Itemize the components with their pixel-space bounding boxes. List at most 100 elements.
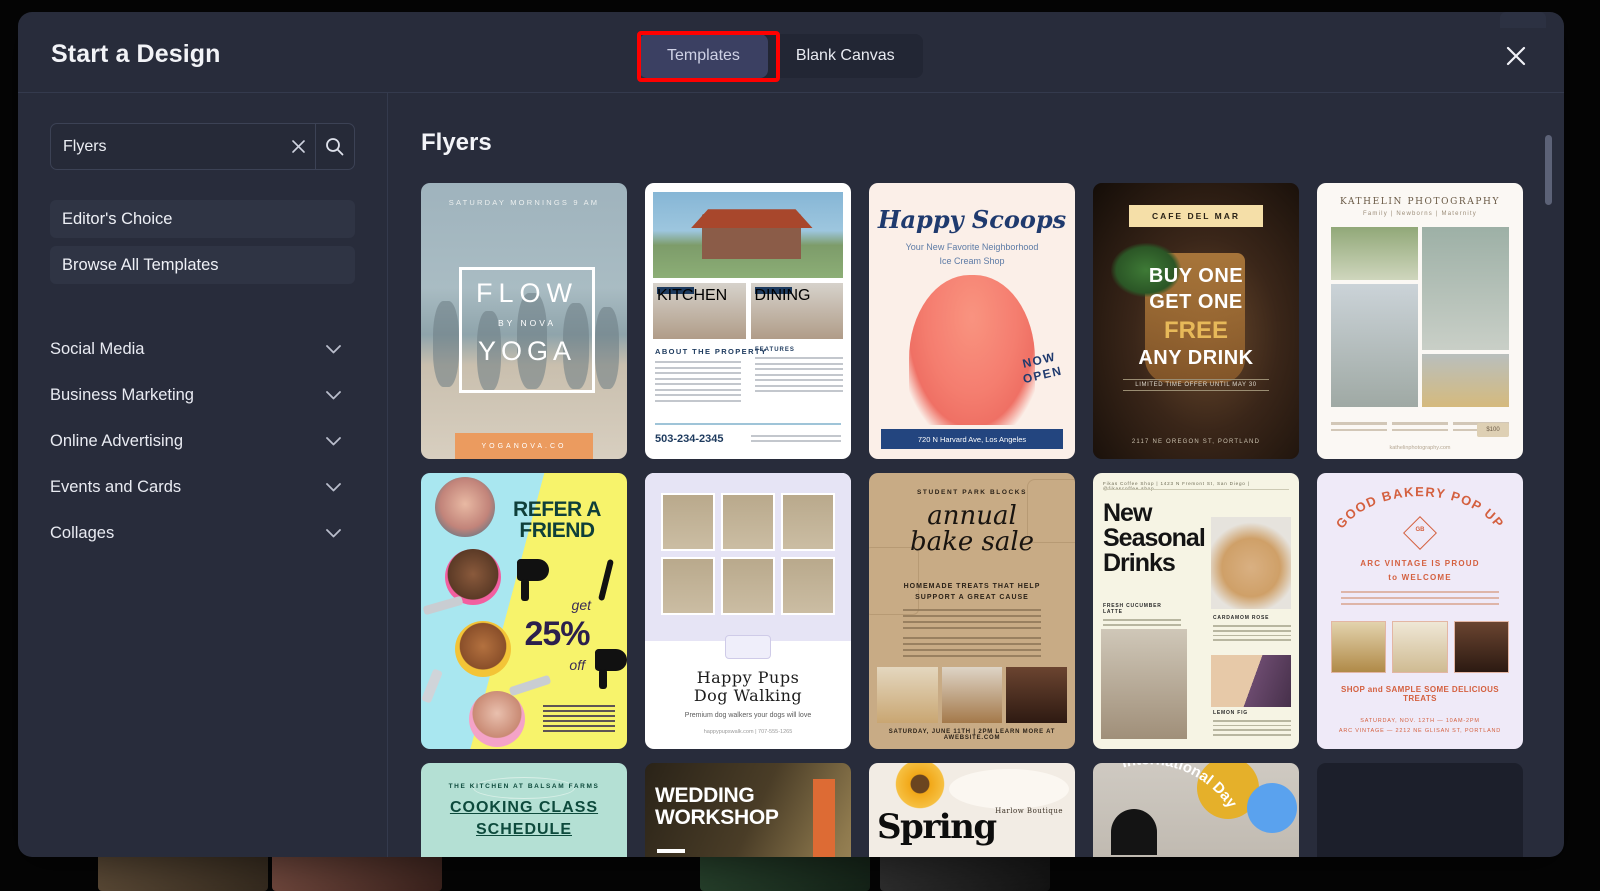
- start-a-design-modal: Start a Design Templates Blank Canvas Fl…: [18, 12, 1564, 857]
- templates-panel: Flyers SATURDAY MORNINGS 9 AM FLOW BY NO…: [388, 93, 1564, 857]
- close-button[interactable]: [1494, 34, 1538, 78]
- template-card-international-day[interactable]: International Day: [1093, 763, 1299, 857]
- template-phone: 503-234-2345: [655, 433, 724, 445]
- templates-scrollbar-track[interactable]: [1545, 101, 1552, 849]
- template-card-happy-pups[interactable]: Happy Pups Dog Walking Premium dog walke…: [645, 473, 851, 749]
- template-monogram: GB: [1415, 527, 1425, 533]
- template-thumbnail: International Day: [1093, 763, 1299, 857]
- sidebar-item-social-media[interactable]: Social Media: [50, 326, 355, 372]
- sidebar-item-browse-all-templates[interactable]: Browse All Templates: [50, 246, 355, 284]
- template-tag: KITCHEN: [657, 287, 728, 304]
- tab-blank-canvas[interactable]: Blank Canvas: [768, 34, 923, 78]
- template-thumbnail: Harlow Boutique Spring: [869, 763, 1075, 857]
- sidebar-categories: Social Media Business Marketing Online A…: [50, 326, 355, 556]
- template-get-label: get: [571, 597, 591, 613]
- template-subtitle: Premium dog walkers your dogs will love: [684, 712, 812, 719]
- template-title: Happy Pups Dog Walking: [693, 668, 803, 706]
- template-line-3: FREE: [1163, 317, 1228, 344]
- template-footer: SATURDAY, JUNE 11TH | 2PM LEARN MORE AT …: [888, 729, 1056, 741]
- template-website: kathelinphotography.com: [1389, 445, 1451, 451]
- category-label: Social Media: [50, 339, 145, 358]
- template-thumbnail: THE KITCHEN AT BALSAM FARMS COOKING CLAS…: [421, 763, 627, 857]
- template-thumbnail: Fikas Coffee Shop | 1423 N Fremont St, S…: [1093, 473, 1299, 749]
- sidebar-item-collages[interactable]: Collages: [50, 510, 355, 556]
- sidebar-item-editors-choice[interactable]: Editor's Choice: [50, 200, 355, 238]
- search-submit-button[interactable]: [314, 124, 354, 169]
- template-title: annual bake sale: [909, 501, 1035, 557]
- template-thumbnail: GOOD BAKERY POP UP GB ARC VINTAGE IS PRO…: [1317, 473, 1523, 749]
- template-card-new-seasonal-drinks[interactable]: Fikas Coffee Shop | 1423 N Fremont St, S…: [1093, 473, 1299, 749]
- template-card-flow-yoga[interactable]: SATURDAY MORNINGS 9 AM FLOW BY NOVA YOGA…: [421, 183, 627, 459]
- template-card-refer-a-friend[interactable]: REFER A FRIEND get 25% off: [421, 473, 627, 749]
- template-title: WEDDING WORKSHOP: [655, 784, 779, 830]
- tab-templates[interactable]: Templates: [639, 34, 768, 78]
- template-line-2: GET ONE: [1149, 291, 1243, 313]
- template-section-title: ABOUT THE PROPERTY: [655, 347, 768, 356]
- template-cta: SHOP and SAMPLE SOME DELICIOUS TREATS: [1340, 685, 1500, 703]
- template-card-happy-scoops[interactable]: Happy Scoops Your New Favorite Neighborh…: [869, 183, 1075, 459]
- template-address: 2117 NE OREGON ST, PORTLAND: [1131, 439, 1261, 445]
- section-title: Flyers: [421, 129, 492, 156]
- template-title: KATHELIN PHOTOGRAPHY: [1339, 197, 1501, 207]
- template-address: 720 N Harvard Ave, Los Angeles: [881, 429, 1063, 449]
- template-card-annual-bake-sale[interactable]: STUDENT PARK BLOCKS annual bake sale HOM…: [869, 473, 1075, 749]
- template-card-grain-texture[interactable]: ⋮: [1317, 763, 1523, 857]
- template-line-1: BUY ONE: [1148, 265, 1244, 287]
- template-thumbnail: WEDDING WORKSHOP LEARN ALL THE BEST WEDD…: [645, 763, 851, 857]
- template-card-cooking-class-schedule[interactable]: THE KITCHEN AT BALSAM FARMS COOKING CLAS…: [421, 763, 627, 857]
- template-card-kathelin-photography[interactable]: KATHELIN PHOTOGRAPHY Family | Newborns |…: [1317, 183, 1523, 459]
- template-subtitle: HOMEMADE TREATS THAT HELP SUPPORT A GREA…: [903, 583, 1041, 602]
- template-contact: happypupswalk.com | 707-555-1265: [703, 729, 793, 735]
- template-features-label: FEATURES: [755, 347, 795, 353]
- template-title: COOKING CLASS SCHEDULE: [449, 799, 599, 838]
- tab-group: Templates Blank Canvas: [639, 34, 923, 78]
- chevron-down-icon: [326, 344, 341, 354]
- template-thumbnail: KITCHEN DINING ABOUT THE PROPERTY FEATUR…: [645, 183, 851, 459]
- template-eyebrow: SATURDAY MORNINGS 9 AM: [448, 198, 600, 207]
- template-thumbnail: SATURDAY MORNINGS 9 AM FLOW BY NOVA YOGA…: [421, 183, 627, 459]
- template-card-cafe-del-mar[interactable]: CAFE DEL MAR BUY ONE GET ONE FREE ANY DR…: [1093, 183, 1299, 459]
- template-card-real-estate[interactable]: KITCHEN DINING ABOUT THE PROPERTY FEATUR…: [645, 183, 851, 459]
- chevron-down-icon: [326, 390, 341, 400]
- search-input[interactable]: [51, 124, 282, 169]
- modal-header: Start a Design Templates Blank Canvas: [18, 12, 1564, 93]
- sidebar-item-online-advertising[interactable]: Online Advertising: [50, 418, 355, 464]
- template-thumbnail: CAFE DEL MAR BUY ONE GET ONE FREE ANY DR…: [1093, 183, 1299, 459]
- close-icon: [1506, 46, 1526, 66]
- template-subtitle: Family | Newborns | Maternity: [1363, 211, 1477, 217]
- search-clear-button[interactable]: [282, 124, 315, 169]
- template-line-4: ANY DRINK: [1138, 347, 1254, 369]
- chevron-down-icon: [326, 436, 341, 446]
- template-card-wedding-workshop[interactable]: WEDDING WORKSHOP LEARN ALL THE BEST WEDD…: [645, 763, 851, 857]
- template-heading: ARC VINTAGE IS PROUD to WELCOME: [1360, 559, 1480, 582]
- page-title: Start a Design: [51, 40, 221, 68]
- search-bar: [50, 123, 355, 170]
- category-label: Business Marketing: [50, 385, 194, 404]
- template-subtitle: Your New Favorite Neighborhood Ice Cream…: [905, 242, 1039, 266]
- template-title-bottom: YOGA: [477, 336, 577, 366]
- template-eyebrow: STUDENT PARK BLOCKS: [916, 489, 1028, 496]
- modal-body: Editor's Choice Browse All Templates Soc…: [18, 93, 1564, 857]
- template-tag: DINING: [754, 287, 811, 304]
- template-item-1: FRESH CUCUMBER LATTE: [1103, 603, 1162, 615]
- template-title: International Day: [1120, 763, 1241, 812]
- template-label: CAFE DEL MAR: [1129, 205, 1263, 227]
- template-title-top: FLOW: [476, 278, 578, 308]
- templates-scrollbar-thumb[interactable]: [1545, 135, 1552, 205]
- template-discount: 25%: [524, 615, 590, 653]
- sidebar-item-business-marketing[interactable]: Business Marketing: [50, 372, 355, 418]
- template-title: REFER A FRIEND: [513, 498, 601, 542]
- template-thumbnail: KATHELIN PHOTOGRAPHY Family | Newborns |…: [1317, 183, 1523, 459]
- close-icon: [292, 140, 305, 153]
- search-icon: [326, 138, 344, 156]
- template-title: Happy Scoops: [877, 205, 1067, 234]
- sidebar-item-events-and-cards[interactable]: Events and Cards: [50, 464, 355, 510]
- template-card-good-bakery-pop-up[interactable]: GOOD BAKERY POP UP GB ARC VINTAGE IS PRO…: [1317, 473, 1523, 749]
- template-thumbnail: REFER A FRIEND get 25% off: [421, 473, 627, 749]
- template-title: New Seasonal Drinks: [1103, 499, 1206, 577]
- template-off-label: off: [569, 657, 585, 673]
- template-fine-print: LIMITED TIME OFFER UNTIL MAY 30: [1123, 379, 1269, 391]
- template-card-spring-boutique[interactable]: Harlow Boutique Spring: [869, 763, 1075, 857]
- chevron-down-icon: [326, 482, 341, 492]
- category-label: Online Advertising: [50, 431, 183, 450]
